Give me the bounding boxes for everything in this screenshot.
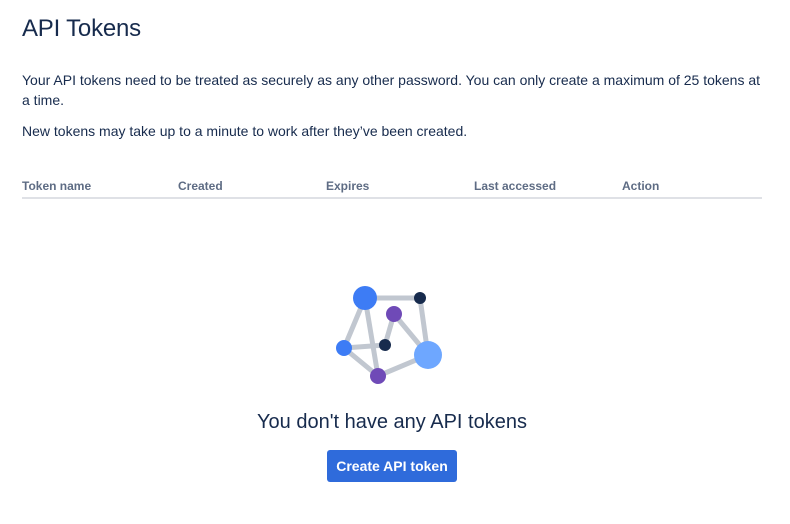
network-graph-icon [336,286,442,384]
column-last-accessed: Last accessed [474,179,557,193]
empty-state-title: You don't have any API tokens [257,411,527,433]
api-tokens-page: API Tokens Your API tokens need to be tr… [0,0,790,524]
column-expires: Expires [326,179,370,193]
column-token-name: Token name [22,179,92,193]
create-api-token-button[interactable]: Create API token [327,450,457,482]
page-title: API Tokens [22,15,141,42]
column-action: Action [622,179,660,193]
tokens-table-header: Token name Created Expires Last accessed… [22,176,762,199]
activation-description: New tokens may take up to a minute to wo… [22,123,468,139]
security-description: Your API tokens need to be treated as se… [22,72,761,108]
column-created: Created [178,179,223,193]
